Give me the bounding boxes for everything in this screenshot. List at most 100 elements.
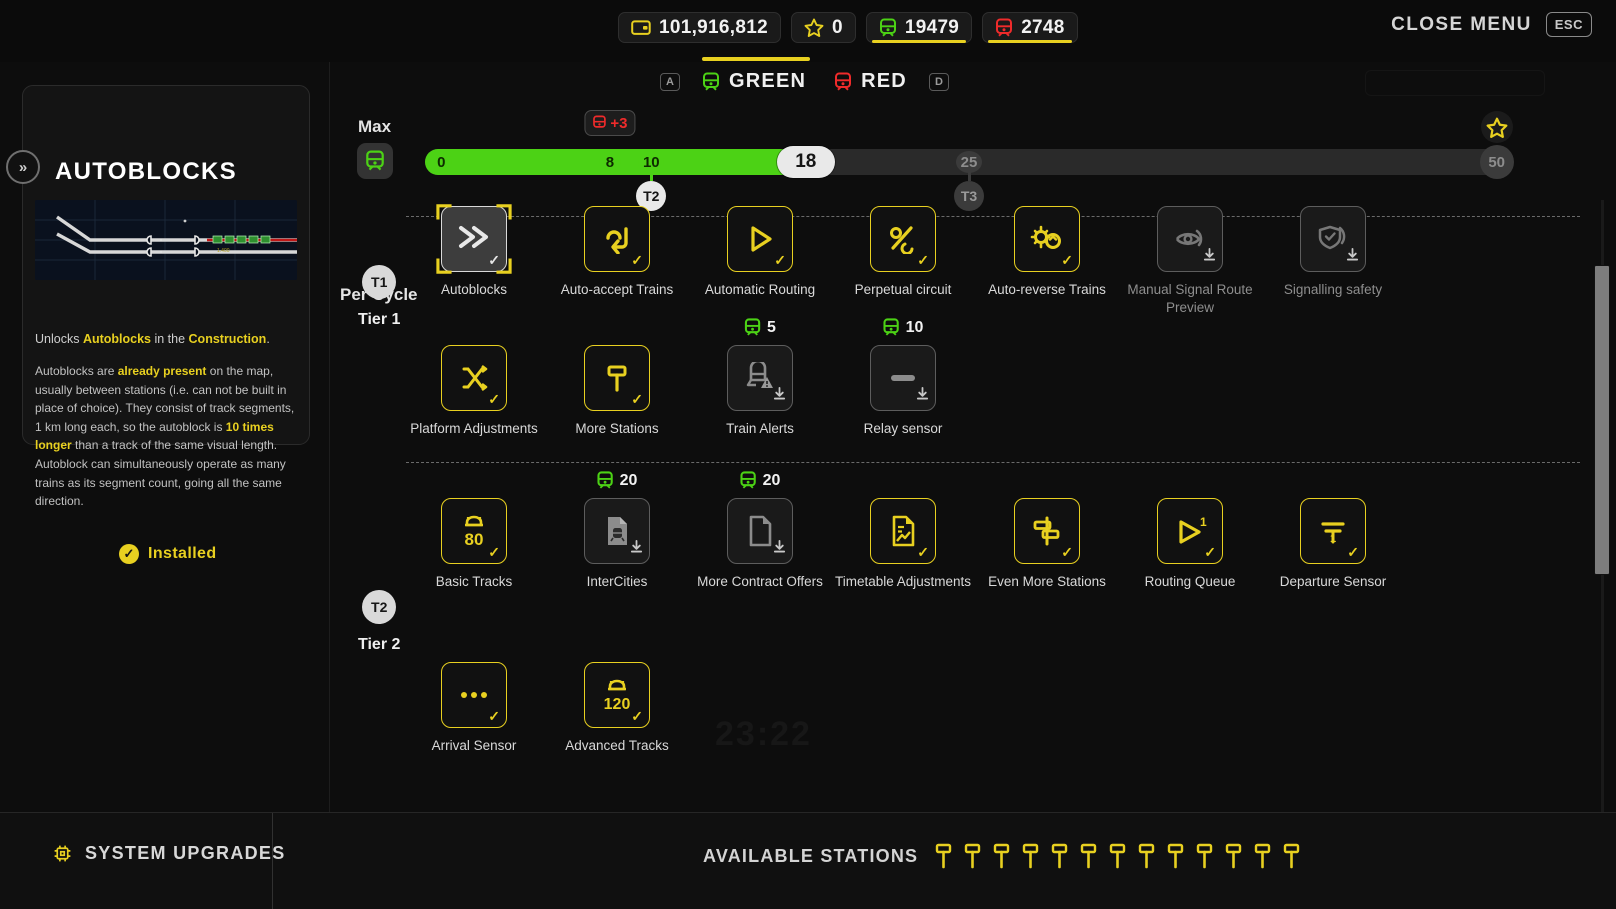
chevrons-right-icon[interactable]: » [6, 150, 40, 184]
signpost-icon [607, 365, 627, 392]
gear-refresh-icon [1030, 225, 1061, 249]
station-icon [1168, 843, 1184, 869]
station-icon [1052, 843, 1068, 869]
upgrade-card-more-stations[interactable]: ✓ More Stations [547, 345, 687, 438]
station-icon [1226, 843, 1242, 869]
green-train-value: 19479 [904, 16, 960, 38]
upgrade-grid: T1 Tier 1 T2 Tier 2 ✓ Autoblocks ✓ Auto-… [330, 200, 1616, 812]
doc-chart-icon [892, 515, 915, 547]
slider-node-1[interactable]: 8 [598, 151, 621, 173]
tab-green-line[interactable]: GREEN [696, 57, 812, 97]
upgrade-card-autoblocks[interactable]: ✓ Autoblocks [404, 204, 544, 299]
upgrade-icon-box: ✓ [870, 498, 936, 564]
star-chip[interactable]: 0 [790, 12, 856, 43]
upgrade-icon-box: ✓ [441, 345, 507, 411]
upgrade-label: Timetable Adjustments [834, 574, 972, 589]
upgrade-card-train-alerts[interactable]: 5 Train Alerts [690, 318, 830, 438]
upgrade-label: InterCities [586, 574, 648, 589]
upgrade-price-value: 20 [619, 471, 638, 489]
summary-pre: Unlocks [35, 332, 83, 346]
upgrade-price-value: 20 [762, 471, 781, 489]
money-chip[interactable]: 101,916,812 [618, 12, 781, 43]
upgrade-preview-image: 1.400 [35, 200, 297, 280]
upgrade-icon-box: ✓ [436, 204, 512, 274]
divider-tier1 [406, 462, 1580, 463]
upgrade-price-value: 5 [767, 318, 776, 336]
status-badge: ✓ Installed [119, 544, 217, 564]
upgrade-card-intercities[interactable]: 20 InterCities [547, 471, 687, 591]
green-train-icon [883, 318, 899, 336]
upgrade-icon-box [584, 498, 650, 564]
green-train-chip[interactable]: 19479 [865, 12, 973, 43]
download-icon [1202, 247, 1217, 267]
slider-node-max[interactable]: 50 [1479, 145, 1514, 179]
station-icon [936, 843, 952, 869]
upgrade-label: Routing Queue [1144, 574, 1236, 589]
upgrade-label: Platform Adjustments [410, 421, 538, 436]
station-icon [994, 843, 1010, 869]
svg-text:120: 120 [604, 696, 631, 713]
upgrade-icon-box: ✓ [1014, 498, 1080, 564]
chip-icon [52, 843, 73, 864]
red-train-chip[interactable]: 2748 [982, 12, 1078, 43]
upgrade-icon-box: 80 ✓ [441, 498, 507, 564]
upgrade-card-auto-reverse-trains[interactable]: ✓ Auto-reverse Trains [977, 206, 1117, 299]
upgrade-card-advanced-tracks[interactable]: 120 ✓ Advanced Tracks [547, 662, 687, 755]
download-icon [1345, 247, 1360, 267]
slider-handle[interactable]: 18 [776, 146, 835, 178]
next-line-key[interactable]: D [928, 72, 949, 91]
upgrade-card-perpetual-circuit[interactable]: ✓ Perpetual circuit [833, 206, 973, 299]
upgrade-card-basic-tracks[interactable]: 80 ✓ Basic Tracks [404, 498, 544, 591]
resource-group: 101,916,812 0 19479 2748 [618, 12, 1078, 43]
close-menu-button[interactable]: CLOSE MENU ESC [1391, 12, 1592, 37]
station-icon [965, 843, 981, 869]
owned-check-icon: ✓ [631, 708, 643, 724]
upgrade-icon-box [870, 345, 936, 411]
doc-icon [749, 515, 772, 547]
upgrade-label: Autoblocks [440, 282, 508, 297]
upgrade-card-timetable-adjustments[interactable]: ✓ Timetable Adjustments [833, 498, 973, 591]
upgrade-card-routing-queue[interactable]: 1 ✓ Routing Queue [1120, 498, 1260, 591]
summary-post: . [266, 332, 270, 346]
upgrade-description: Autoblocks are already present on the ma… [35, 362, 300, 511]
upgrade-label: Arrival Sensor [431, 738, 517, 753]
slider-label-max: Max [358, 117, 392, 136]
system-upgrades-button[interactable]: SYSTEM UPGRADES [52, 843, 286, 864]
station-icon [1197, 843, 1213, 869]
double-signpost-icon [1033, 516, 1060, 546]
page-title: AUTOBLOCKS [55, 158, 237, 185]
upgrade-icon-box: 1 ✓ [1157, 498, 1223, 564]
upgrade-label: Relay sensor [863, 421, 943, 436]
summary-highlight-1: Autoblocks [82, 332, 151, 346]
upgrade-card-signalling-safety[interactable]: Signalling safety [1263, 206, 1403, 299]
upgrade-card-platform-adjustments[interactable]: ✓ Platform Adjustments [404, 345, 544, 438]
upgrade-label: Departure Sensor [1279, 574, 1387, 589]
upgrade-card-even-more-stations[interactable]: ✓ Even More Stations [977, 498, 1117, 591]
tab-red-line[interactable]: RED [828, 66, 913, 97]
upgrade-card-departure-sensor[interactable]: 1 ✓ Departure Sensor [1263, 498, 1403, 591]
doc-train-icon [608, 517, 627, 545]
dots-icon [461, 692, 487, 698]
upgrade-icon-box: ✓ [1014, 206, 1080, 272]
upgrade-card-auto-accept-trains[interactable]: ✓ Auto-accept Trains [547, 206, 687, 299]
slider-star-icon [1480, 111, 1513, 143]
arrow-loop-icon [606, 227, 628, 254]
upgrade-label: Basic Tracks [435, 574, 513, 589]
prev-line-key[interactable]: A [660, 72, 680, 91]
green-train-icon [702, 72, 720, 92]
upgrade-card-manual-signal-route-preview[interactable]: Manual Signal Route Preview [1120, 206, 1260, 316]
game-screen: 23:22 101,916,812 0 19479 2748 CLOSE MEN… [0, 0, 1616, 909]
slider-node-0[interactable]: 0 [430, 151, 453, 173]
upgrade-card-relay-sensor[interactable]: 10 Relay sensor [833, 318, 973, 438]
departure-lines-icon: 1 [1321, 522, 1345, 545]
upgrade-card-automatic-routing[interactable]: ✓ Automatic Routing [690, 206, 830, 299]
background-panel [1365, 70, 1545, 96]
download-icon [772, 386, 787, 406]
description-part-1: Autoblocks are [35, 364, 118, 378]
slider-node-0-label: 0 [437, 153, 446, 171]
upgrade-label: Auto-accept Trains [560, 282, 674, 297]
upgrade-card-arrival-sensor[interactable]: ✓ Arrival Sensor [404, 662, 544, 755]
upgrade-card-more-contract-offers[interactable]: 20 More Contract Offers [690, 471, 830, 591]
upgrade-label: More Contract Offers [697, 574, 823, 589]
upgrade-price: 10 [883, 318, 923, 337]
